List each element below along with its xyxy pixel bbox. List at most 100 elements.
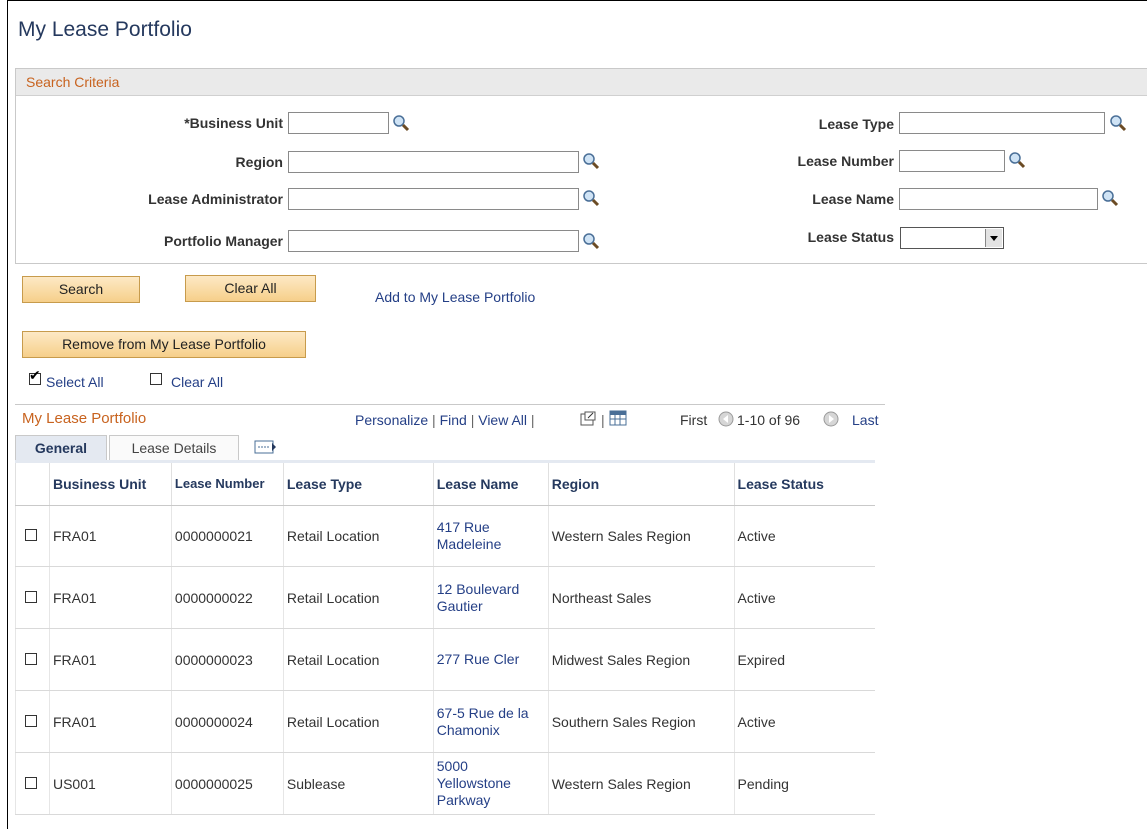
personalize-link[interactable]: Personalize — [355, 412, 428, 428]
grid-header: My Lease Portfolio Personalize | Find | … — [15, 404, 885, 432]
lease-administrator-input[interactable] — [288, 188, 579, 210]
lease-name-label: Lease Name — [812, 191, 894, 207]
lookup-icon[interactable] — [582, 189, 600, 207]
lease-number-label: Lease Number — [797, 153, 894, 169]
business-unit-cell: FRA01 — [48, 566, 172, 629]
lookup-icon[interactable] — [582, 232, 600, 250]
lease-number-cell: 0000000025 — [170, 752, 284, 815]
region-cell: Western Sales Region — [547, 752, 735, 815]
search-criteria-header: Search Criteria — [16, 69, 1147, 96]
lease-status-cell: Active — [733, 566, 875, 629]
lookup-icon[interactable] — [582, 152, 600, 170]
tab-general[interactable]: General — [15, 435, 107, 460]
previous-icon[interactable] — [718, 411, 734, 427]
view-all-link[interactable]: View All — [478, 412, 527, 428]
clear-all-checkbox-icon[interactable] — [150, 373, 162, 385]
row-checkbox[interactable] — [25, 714, 37, 727]
region-cell: Northeast Sales — [547, 566, 735, 629]
region-cell: Southern Sales Region — [547, 690, 735, 753]
show-all-columns-icon[interactable] — [254, 438, 276, 456]
region-label: Region — [235, 154, 283, 170]
find-link[interactable]: Find — [440, 412, 467, 428]
lease-name-link[interactable]: 12 Boulevard Gautier — [432, 566, 549, 629]
business-unit-cell: FRA01 — [48, 628, 172, 691]
table-row: US001 0000000025 Sublease 5000 Yellowsto… — [15, 752, 875, 815]
lease-type-cell: Retail Location — [282, 566, 434, 629]
region-cell: Western Sales Region — [547, 505, 735, 567]
lease-number-input[interactable] — [899, 150, 1005, 172]
lease-status-select[interactable] — [900, 227, 1004, 249]
lease-type-cell: Retail Location — [282, 628, 434, 691]
column-lease-number[interactable]: Lease Number — [170, 463, 284, 506]
lease-type-label: Lease Type — [818, 116, 894, 132]
column-lease-type[interactable]: Lease Type — [282, 463, 434, 506]
region-cell: Midwest Sales Region — [547, 628, 735, 691]
select-all-link[interactable]: Select All — [46, 374, 104, 390]
business-unit-cell: FRA01 — [48, 505, 172, 567]
lookup-icon[interactable] — [1008, 151, 1026, 169]
next-icon[interactable] — [823, 411, 839, 427]
lease-name-link[interactable]: 417 Rue Madeleine — [432, 505, 549, 567]
lease-portfolio-grid: Business Unit Lease Number Lease Type Le… — [15, 463, 875, 815]
new-window-icon[interactable] — [580, 411, 597, 426]
table-row: FRA01 0000000023 Retail Location 277 Rue… — [15, 628, 875, 691]
portfolio-manager-input[interactable] — [288, 230, 579, 252]
spreadsheet-icon[interactable] — [609, 410, 627, 426]
lease-type-input[interactable] — [899, 112, 1105, 134]
row-checkbox[interactable] — [25, 529, 37, 541]
grid-toolbar: Personalize | Find | View All | — [355, 412, 535, 428]
lease-number-cell: 0000000024 — [170, 690, 284, 753]
lease-status-label: Lease Status — [807, 229, 894, 245]
column-region[interactable]: Region — [547, 463, 735, 506]
clear-all-button[interactable]: Clear All — [185, 275, 316, 302]
lease-number-cell: 0000000021 — [170, 505, 284, 567]
lease-number-cell: 0000000023 — [170, 628, 284, 691]
business-unit-label: *Business Unit — [184, 115, 283, 131]
business-unit-cell: US001 — [48, 752, 172, 815]
lease-administrator-label: Lease Administrator — [148, 191, 283, 207]
select-all-checkbox-icon[interactable] — [29, 368, 41, 385]
lease-type-cell: Retail Location — [282, 690, 434, 753]
last-link[interactable]: Last — [852, 412, 878, 428]
lookup-icon[interactable] — [1101, 189, 1119, 207]
column-business-unit[interactable]: Business Unit — [48, 463, 172, 506]
lease-status-cell: Pending — [733, 752, 875, 815]
chevron-down-icon[interactable] — [985, 229, 1002, 247]
page-title: My Lease Portfolio — [18, 18, 192, 41]
window-top-border — [7, 0, 1147, 1]
lookup-icon[interactable] — [392, 114, 410, 132]
lease-status-cell: Active — [733, 690, 875, 753]
clear-all-link[interactable]: Clear All — [171, 374, 223, 390]
row-checkbox[interactable] — [25, 776, 37, 789]
region-input[interactable] — [288, 151, 579, 173]
toolbar-separator: | — [601, 412, 605, 428]
lease-name-input[interactable] — [899, 188, 1098, 210]
table-row: FRA01 0000000024 Retail Location 67-5 Ru… — [15, 690, 875, 753]
window-left-border — [7, 0, 8, 829]
row-checkbox[interactable] — [25, 590, 37, 603]
lease-name-link[interactable]: 67-5 Rue de la Chamonix — [432, 690, 549, 753]
column-lease-name[interactable]: Lease Name — [432, 463, 549, 506]
lookup-icon[interactable] — [1109, 114, 1127, 132]
column-lease-status[interactable]: Lease Status — [733, 463, 875, 506]
add-to-portfolio-link[interactable]: Add to My Lease Portfolio — [375, 289, 535, 305]
lease-type-cell: Retail Location — [282, 505, 434, 567]
business-unit-cell: FRA01 — [48, 690, 172, 753]
row-checkbox[interactable] — [25, 652, 37, 665]
tab-lease-details[interactable]: Lease Details — [109, 435, 239, 460]
lease-status-cell: Active — [733, 505, 875, 567]
lease-status-cell: Expired — [733, 628, 875, 691]
lease-name-link[interactable]: 5000 Yellowstone Parkway — [432, 752, 549, 815]
remove-from-portfolio-button[interactable]: Remove from My Lease Portfolio — [22, 331, 306, 358]
table-row: FRA01 0000000021 Retail Location 417 Rue… — [15, 505, 875, 567]
grid-header-row: Business Unit Lease Number Lease Type Le… — [15, 463, 875, 506]
lease-type-cell: Sublease — [282, 752, 434, 815]
business-unit-input[interactable] — [288, 112, 389, 134]
search-button[interactable]: Search — [22, 276, 140, 303]
column-select — [15, 463, 50, 506]
portfolio-manager-label: Portfolio Manager — [163, 233, 283, 249]
first-label: First — [680, 412, 708, 428]
row-range: 1-10 of 96 — [737, 412, 801, 428]
lease-name-link[interactable]: 277 Rue Cler — [432, 628, 549, 691]
table-row: FRA01 0000000022 Retail Location 12 Boul… — [15, 566, 875, 629]
